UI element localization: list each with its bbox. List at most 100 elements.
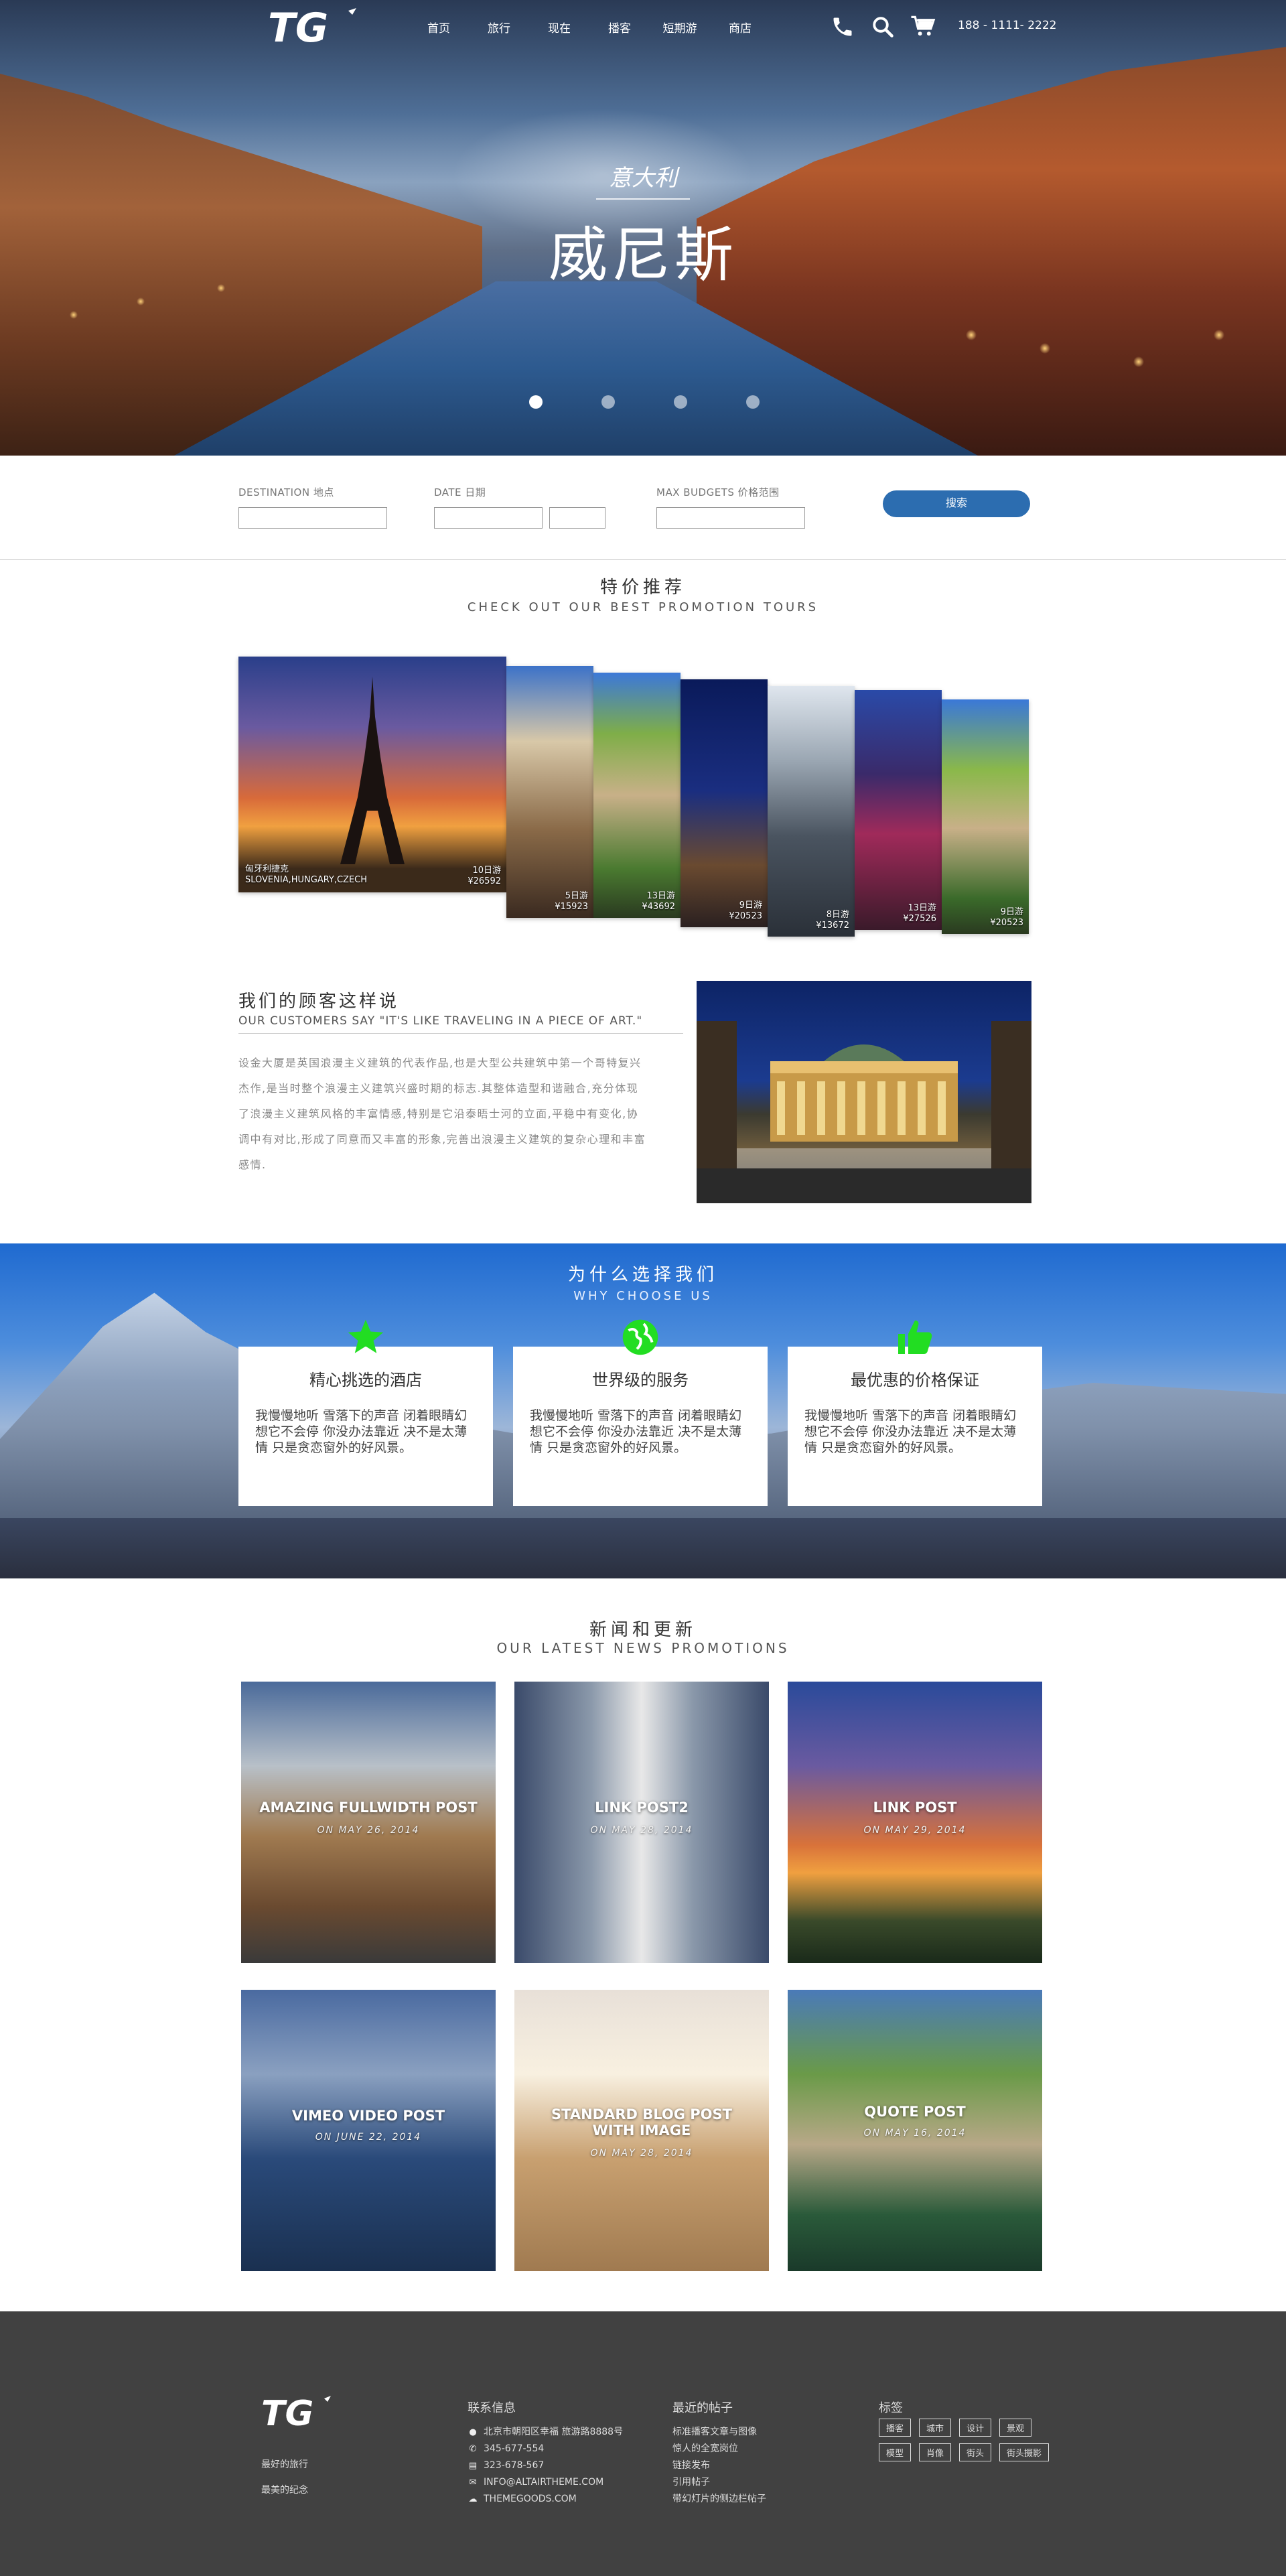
footer-recent-item[interactable]: 标准播客文章与图像 [672, 2424, 766, 2441]
footer-contact-title: 联系信息 [468, 2401, 516, 2415]
promo-card[interactable]: 13日游 ¥43692 [593, 673, 681, 918]
mail-icon: ✉ [469, 2478, 477, 2488]
nav-menu: 首页 旅行 现在 播客 短期游 商店 [409, 19, 770, 36]
destination-input[interactable] [238, 507, 387, 529]
tag[interactable]: 街头摄影 [999, 2443, 1050, 2461]
news-card[interactable]: STANDARD BLOG POST WITH IMAGE ON MAY 28,… [514, 1990, 769, 2271]
footer-slogan: 最好的旅行 [261, 2459, 308, 2470]
news-card[interactable]: LINK POST ON MAY 29, 2014 [788, 1682, 1042, 1963]
slider-dot[interactable] [746, 395, 760, 409]
contact-website[interactable]: THEMEGOODS.COM [484, 2491, 577, 2508]
news-card-date: ON MAY 28, 2014 [590, 2148, 693, 2159]
promo-days: 10日游 [472, 866, 501, 876]
tag[interactable]: 街头 [959, 2443, 992, 2461]
promo-subtitle: CHECK OUT OUR BEST PROMOTION TOURS [467, 600, 819, 614]
date-input-start[interactable] [434, 507, 543, 529]
search-button[interactable]: 搜索 [883, 490, 1030, 517]
top-nav: TG 首页 旅行 现在 播客 短期游 商店 188 - 1111- 2222 [0, 0, 1286, 54]
tag[interactable]: 设计 [959, 2419, 992, 2437]
contact-email[interactable]: INFO@ALTAIRTHEME.COM [484, 2474, 603, 2491]
promo-days: 8日游 [826, 910, 849, 920]
news-card-title: VIMEO VIDEO POST [291, 2108, 445, 2124]
slider-dot[interactable] [529, 395, 543, 409]
footer-contact-item: ✆ 345-677-554 [468, 2441, 623, 2457]
contact-address: 北京市朝阳区幸福 旅游路8888号 [484, 2427, 624, 2437]
why-card-title: 世界级的服务 [592, 1371, 689, 1389]
news-card-date: ON MAY 29, 2014 [863, 1825, 967, 1836]
nav-item-home[interactable]: 首页 [409, 19, 469, 36]
promo-price: ¥15923 [555, 902, 588, 912]
news-card-date: ON MAY 28, 2014 [590, 1825, 693, 1836]
nav-item-short-trip[interactable]: 短期游 [650, 19, 710, 36]
promo-price: ¥13672 [816, 921, 849, 931]
why-card-text: 我慢慢地听 雪落下的声音 闭着眼睛幻想它不会停 你没办法靠近 决不是太薄情 只是… [530, 1408, 742, 1455]
why-card-title: 精心挑选的酒店 [309, 1371, 422, 1389]
promo-card[interactable]: 匈牙利捷克 SLOVENIA,HUNGARY,CZECH 10日游 ¥26592 [238, 657, 506, 892]
tag[interactable]: 城市 [919, 2419, 952, 2437]
footer-contact-item[interactable]: ☁ THEMEGOODS.COM [468, 2491, 623, 2508]
promo-caption: 9日游 ¥20523 [729, 900, 762, 922]
tag[interactable]: 景观 [999, 2419, 1032, 2437]
site-logo[interactable]: TG [268, 5, 362, 48]
nav-item-travel[interactable]: 旅行 [469, 19, 529, 36]
promo-price: ¥20523 [990, 918, 1023, 928]
testimonial-subtitle: OUR CUSTOMERS SAY "IT'S LIKE TRAVELING I… [238, 1014, 643, 1028]
phone-icon[interactable] [828, 12, 857, 42]
footer-recent-item[interactable]: 惊人的全宽岗位 [672, 2441, 766, 2457]
news-subtitle: OUR LATEST NEWS PROMOTIONS [496, 1640, 790, 1656]
promo-card[interactable]: 9日游 ¥20523 [681, 679, 768, 927]
news-card-date: ON MAY 26, 2014 [317, 1825, 420, 1836]
opera-house-illustration [697, 1021, 1031, 1203]
news-card-title: STANDARD BLOG POST WITH IMAGE [551, 2106, 732, 2139]
phone-icon: ✆ [469, 2444, 477, 2454]
promo-card[interactable]: 9日游 ¥20523 [942, 699, 1029, 934]
tag[interactable]: 播客 [879, 2419, 912, 2437]
promo-price: ¥27526 [903, 914, 936, 924]
promo-card[interactable]: 8日游 ¥13672 [768, 686, 855, 937]
news-card-title: AMAZING FULLWIDTH POST [259, 1800, 478, 1816]
slider-dot[interactable] [674, 395, 687, 409]
testimonial-divider [238, 1033, 683, 1034]
footer-recent-item[interactable]: 引用帖子 [672, 2474, 766, 2491]
why-card-price: 最优惠的价格保证 我慢慢地听 雪落下的声音 闭着眼睛幻想它不会停 你没办法靠近 … [788, 1320, 1042, 1506]
cart-icon[interactable] [908, 12, 938, 42]
nav-item-shop[interactable]: 商店 [710, 19, 770, 36]
search-bar: DESTINATION 地点 DATE 日期 MAX BUDGETS 价格范围 … [0, 456, 1286, 560]
testimonial-title: 我们的顾客这样说 [238, 992, 400, 1012]
promo-caption: 13日游 ¥27526 [903, 903, 936, 925]
promo-card[interactable]: 13日游 ¥27526 [855, 690, 942, 930]
footer-logo[interactable]: TG [261, 2393, 335, 2431]
promo-gallery: 匈牙利捷克 SLOVENIA,HUNGARY,CZECH 10日游 ¥26592 5… [238, 657, 1029, 938]
promo-days: 9日游 [1000, 907, 1023, 917]
tag[interactable]: 肖像 [919, 2443, 952, 2461]
footer-recent-item[interactable]: 链接发布 [672, 2457, 766, 2474]
logo-text: TG [268, 5, 328, 48]
promo-days: 5日游 [565, 891, 588, 901]
nav-item-now[interactable]: 现在 [529, 19, 589, 36]
promo-card[interactable]: 5日游 ¥15923 [506, 666, 593, 918]
footer-tags-title: 标签 [879, 2401, 903, 2415]
search-icon[interactable] [868, 12, 898, 42]
news-card[interactable]: QUOTE POST ON MAY 16, 2014 [788, 1990, 1042, 2271]
date-input-end[interactable] [549, 507, 605, 529]
slider-dot[interactable] [601, 395, 615, 409]
globe-icon [622, 1319, 658, 1355]
nav-item-podcast[interactable]: 播客 [589, 19, 650, 36]
news-card[interactable]: AMAZING FULLWIDTH POST ON MAY 26, 2014 [241, 1682, 496, 1963]
hero-subtitle: 意大利 [609, 165, 677, 192]
budget-label: MAX BUDGETS 价格范围 [656, 486, 780, 498]
promo-caption: 9日游 ¥20523 [990, 907, 1023, 929]
tag[interactable]: 模型 [879, 2443, 912, 2461]
promo-title: 特价推荐 [599, 578, 686, 598]
news-card[interactable]: LINK POST2 ON MAY 28, 2014 [514, 1682, 769, 1963]
hero-divider [596, 198, 690, 200]
promo-days: 13日游 [646, 891, 675, 901]
footer-contact-item[interactable]: ✉ INFO@ALTAIRTHEME.COM [468, 2474, 623, 2491]
why-card-text: 我慢慢地听 雪落下的声音 闭着眼睛幻想它不会停 你没办法靠近 决不是太薄情 只是… [804, 1408, 1017, 1455]
date-label: DATE 日期 [434, 486, 486, 498]
news-card[interactable]: VIMEO VIDEO POST ON JUNE 22, 2014 [241, 1990, 496, 2271]
footer-recent-item[interactable]: 带幻灯片的侧边栏帖子 [672, 2491, 766, 2508]
budget-input[interactable] [656, 507, 805, 529]
fax-icon: ▤ [468, 2461, 478, 2471]
footer: TG 最好的旅行 最美的纪念 联系信息 ● 北京市朝阳区幸福 旅游路8888号 ✆… [0, 2311, 1286, 2576]
